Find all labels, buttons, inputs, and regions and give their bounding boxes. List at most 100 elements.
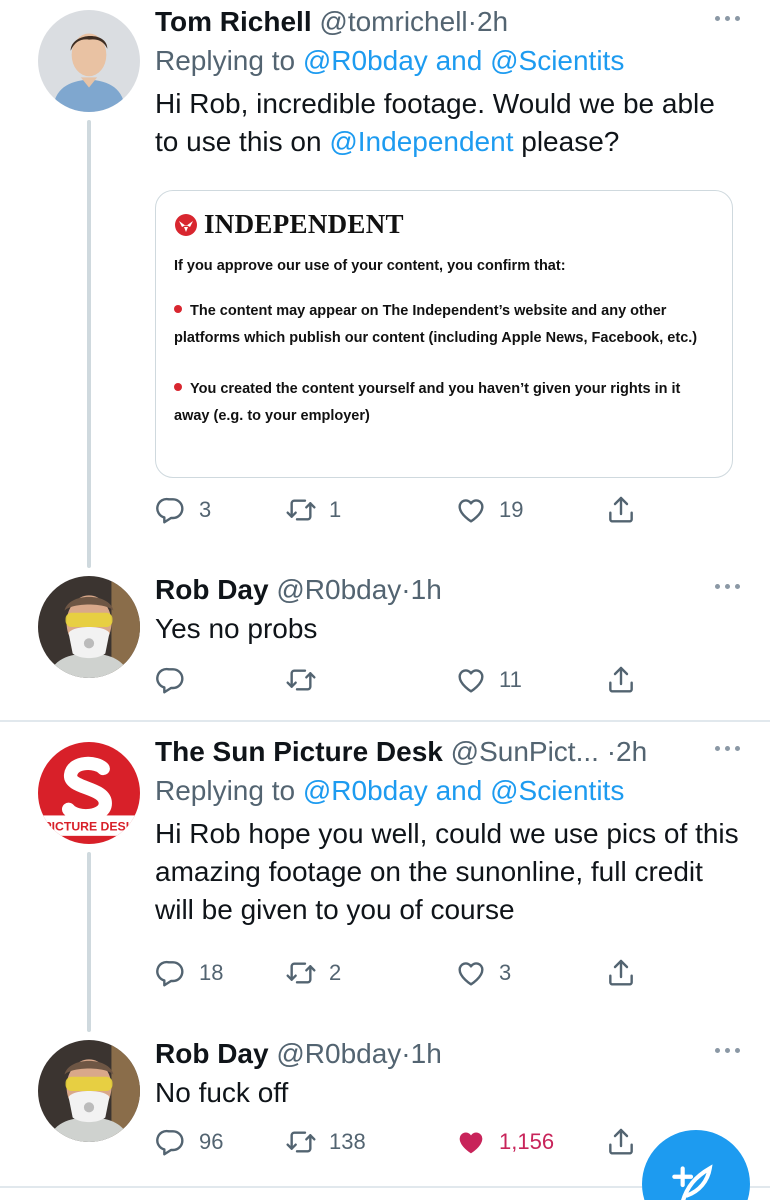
tweet-rob-day-reply[interactable]: Rob Day @R0bday·1h Yes no probs 11 xyxy=(0,568,770,718)
timestamp[interactable]: 1h xyxy=(411,1038,442,1069)
separator-dot: · xyxy=(606,736,617,767)
eagle-logo-icon xyxy=(175,213,197,236)
tweet-actions: 3 1 19 xyxy=(155,494,645,534)
share-icon xyxy=(605,1126,637,1158)
card-heading: If you approve our use of your content, … xyxy=(174,258,566,274)
tweet-text: No fuck off xyxy=(155,1077,289,1108)
more-icon[interactable] xyxy=(715,16,740,21)
like-button[interactable]: 1,156 xyxy=(455,1126,554,1158)
tweet-header: Rob Day @R0bday·1h xyxy=(155,572,740,608)
reply-count: 96 xyxy=(199,1129,224,1154)
heart-icon xyxy=(455,957,487,989)
compose-icon xyxy=(672,1164,713,1200)
mention-link[interactable]: @R0bday xyxy=(303,775,428,806)
more-icon[interactable] xyxy=(715,1048,740,1053)
tweet-actions: 96 138 1,156 xyxy=(155,1126,645,1166)
replying-to-label: Replying to xyxy=(155,775,303,806)
logo-text: INDEPENDENT xyxy=(204,209,404,239)
tweet-header: Tom Richell @tomrichell·2h xyxy=(155,4,740,40)
mention-link[interactable]: @R0bday xyxy=(303,45,428,76)
tweet-actions: 11 xyxy=(155,664,645,704)
reply-icon xyxy=(155,664,187,696)
like-button[interactable]: 19 xyxy=(455,494,523,526)
author-handle[interactable]: @R0bday xyxy=(276,574,401,605)
author-handle[interactable]: @R0bday xyxy=(276,1038,401,1069)
replying-to-label: Replying to xyxy=(155,45,303,76)
share-icon xyxy=(605,664,637,696)
share-icon xyxy=(605,494,637,526)
replying-to: Replying to @R0bday and @Scientits xyxy=(155,43,740,79)
separator-dot: · xyxy=(401,1038,411,1069)
like-count: 3 xyxy=(499,960,512,985)
retweet-count: 138 xyxy=(329,1129,366,1154)
share-button[interactable] xyxy=(605,957,637,989)
retweet-icon xyxy=(285,957,317,989)
like-button[interactable]: 3 xyxy=(455,957,511,989)
like-count: 19 xyxy=(499,497,524,522)
tweet-header: Rob Day @R0bday·1h xyxy=(155,1036,740,1072)
retweet-icon xyxy=(285,1126,317,1158)
retweet-button[interactable]: 138 xyxy=(285,1126,366,1158)
bullet-dot-icon xyxy=(174,305,182,314)
author-name[interactable]: Rob Day xyxy=(155,1038,269,1069)
like-button[interactable]: 11 xyxy=(455,664,522,696)
card-bullet: You created the content yourself and you… xyxy=(174,376,714,430)
replying-to: Replying to @R0bday and @Scientits xyxy=(155,773,740,809)
separator-dot: · xyxy=(401,574,411,605)
reply-count: 18 xyxy=(199,960,224,985)
share-button[interactable] xyxy=(605,494,637,526)
more-icon[interactable] xyxy=(715,746,740,751)
reply-icon xyxy=(155,957,187,989)
author-name[interactable]: Tom Richell xyxy=(155,6,312,37)
author-handle[interactable]: @SunPict... xyxy=(451,736,599,767)
author-name[interactable]: Rob Day xyxy=(155,574,269,605)
tweet-text: Hi Rob hope you well, could we use pics … xyxy=(155,818,739,925)
tweet-actions: 18 2 3 xyxy=(155,957,645,997)
retweet-button[interactable]: 2 xyxy=(285,957,341,989)
author-name[interactable]: The Sun Picture Desk xyxy=(155,736,443,767)
avatar[interactable] xyxy=(38,1040,140,1142)
bullet-text: away (e.g. to your employer) xyxy=(174,408,370,424)
share-button[interactable] xyxy=(605,1126,637,1158)
avatar[interactable] xyxy=(38,10,140,112)
tweet-text: Yes no probs xyxy=(155,613,318,644)
media-card[interactable]: INDEPENDENT If you approve our use of yo… xyxy=(155,190,733,478)
tweet-tom-richell[interactable]: Tom Richell @tomrichell·2h Replying to @… xyxy=(0,0,770,560)
retweet-icon xyxy=(285,664,317,696)
more-icon[interactable] xyxy=(715,584,740,589)
thread-divider xyxy=(0,720,770,722)
reply-icon xyxy=(155,494,187,526)
separator-dot: · xyxy=(467,6,477,37)
avatar[interactable] xyxy=(38,576,140,678)
reply-button[interactable] xyxy=(155,664,199,696)
reply-button[interactable]: 3 xyxy=(155,494,211,526)
like-count: 1,156 xyxy=(499,1129,555,1154)
replying-and[interactable]: and xyxy=(428,45,490,76)
avatar[interactable]: PICTURE DESK xyxy=(38,742,140,844)
timestamp[interactable]: 2h xyxy=(477,6,508,37)
tweet-header: The Sun Picture Desk @SunPict... ·2h xyxy=(155,734,740,770)
heart-icon xyxy=(455,494,487,526)
timestamp[interactable]: 2h xyxy=(616,736,647,767)
bullet-dot-icon xyxy=(174,383,182,392)
retweet-count: 1 xyxy=(329,497,342,522)
mention-link[interactable]: @Scientits xyxy=(490,775,624,806)
author-handle[interactable]: @tomrichell xyxy=(319,6,467,37)
bullet-text: platforms which publish our content (inc… xyxy=(174,330,698,346)
timestamp[interactable]: 1h xyxy=(411,574,442,605)
share-icon xyxy=(605,957,637,989)
tweet-sun-picture-desk[interactable]: PICTURE DESK The Sun Picture Desk @SunPi… xyxy=(0,730,770,1030)
retweet-button[interactable]: 1 xyxy=(285,494,341,526)
share-button[interactable] xyxy=(605,664,637,696)
bullet-text: The content may appear on The Independen… xyxy=(190,303,667,319)
mention-link[interactable]: @Scientits xyxy=(490,45,624,76)
reply-button[interactable]: 18 xyxy=(155,957,223,989)
replying-and[interactable]: and xyxy=(428,775,490,806)
sun-avatar-text: PICTURE DESK xyxy=(43,820,134,834)
reply-button[interactable]: 96 xyxy=(155,1126,223,1158)
reply-icon xyxy=(155,1126,187,1158)
retweet-button[interactable] xyxy=(285,664,329,696)
retweet-icon xyxy=(285,494,317,526)
mention-link[interactable]: @Independent xyxy=(329,126,513,157)
independent-logo: INDEPENDENT xyxy=(174,209,714,240)
